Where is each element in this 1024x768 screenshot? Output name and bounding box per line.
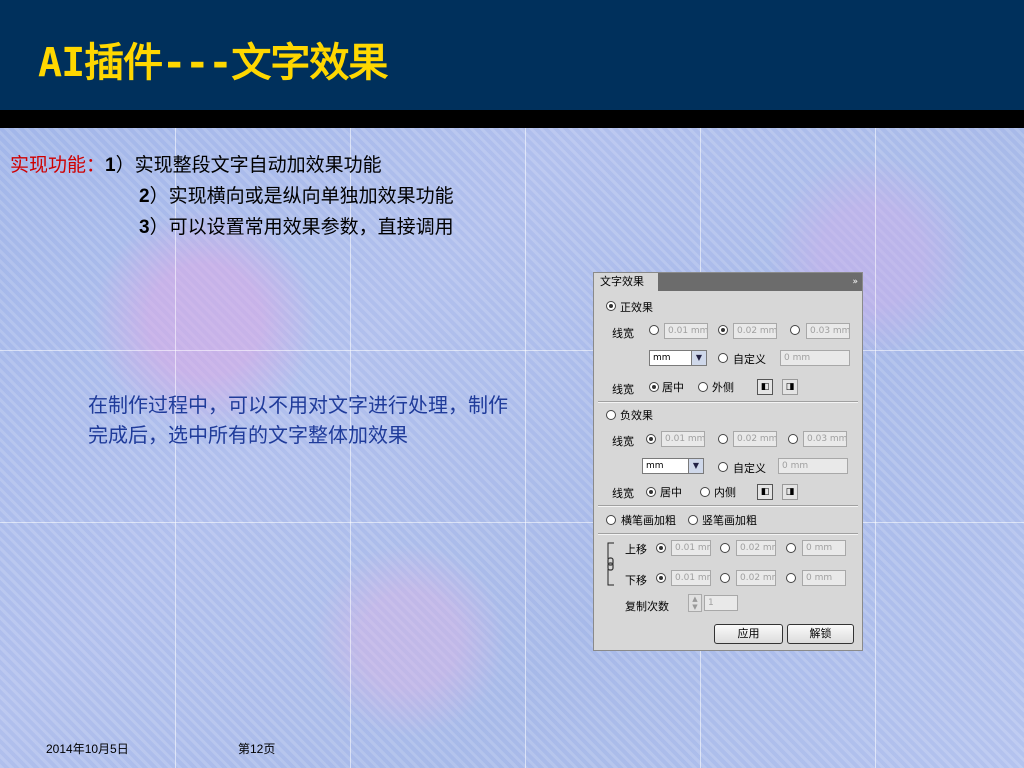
preset-radio-2[interactable] — [718, 325, 728, 335]
up-radio-1[interactable] — [656, 543, 666, 553]
preset-radio-1[interactable] — [646, 434, 656, 444]
link-chain-icon[interactable] — [604, 541, 618, 587]
width-label: 线宽 — [612, 327, 634, 340]
down-radio-1[interactable] — [656, 573, 666, 583]
stroke-align-label: 线宽 — [612, 487, 634, 500]
custom-radio[interactable] — [718, 353, 728, 363]
preset-field-1[interactable]: 0.01 mm — [664, 323, 708, 339]
feature-number: 1 — [105, 155, 116, 176]
divider — [598, 533, 858, 535]
move-up-label: 上移 — [625, 543, 647, 556]
divider — [598, 505, 858, 507]
horizontal-bold-radio[interactable] — [606, 515, 616, 525]
down-field-2[interactable]: 0.02 mm — [736, 570, 776, 586]
center-radio[interactable] — [649, 382, 659, 392]
copy-count-label: 复制次数 — [625, 600, 669, 613]
preset-field-1[interactable]: 0.01 mm — [661, 431, 705, 447]
feature-item: 实现功能：1）实现整段文字自动加效果功能 — [10, 150, 454, 181]
feature-text: ）实现整段文字自动加效果功能 — [115, 154, 382, 176]
up-radio-3[interactable] — [786, 543, 796, 553]
align-left-icon[interactable]: ◧ — [757, 484, 773, 500]
grid-line — [525, 128, 526, 768]
vertical-bold-radio[interactable] — [688, 515, 698, 525]
up-radio-2[interactable] — [720, 543, 730, 553]
usage-note: 在制作过程中，可以不用对文字进行处理，制作完成后，选中所有的文字整体加效果 — [88, 393, 508, 447]
positive-effect-label: 正效果 — [620, 301, 653, 314]
center-radio[interactable] — [646, 487, 656, 497]
feature-text: ）实现横向或是纵向单独加效果功能 — [149, 185, 454, 207]
negative-effect-radio[interactable] — [606, 410, 616, 420]
chevron-down-icon: ▼ — [691, 351, 706, 365]
custom-field[interactable]: 0 mm — [778, 458, 848, 474]
vertical-bold-label: 竖笔画加粗 — [702, 514, 757, 527]
panel-menu-icon[interactable]: » — [852, 273, 857, 291]
feature-item: 2）实现横向或是纵向单独加效果功能 — [10, 181, 454, 212]
unit-value: mm — [653, 353, 671, 363]
up-field-3[interactable]: 0 mm — [802, 540, 846, 556]
custom-label: 自定义 — [733, 462, 766, 475]
preset-field-2[interactable]: 0.02 mm — [733, 431, 777, 447]
slide-title: AI插件---文字效果 — [38, 40, 388, 86]
feature-text: ）可以设置常用效果参数，直接调用 — [149, 216, 454, 238]
copy-count-field[interactable]: 1 — [704, 595, 738, 611]
preset-radio-1[interactable] — [649, 325, 659, 335]
horizontal-bold-label: 横笔画加粗 — [621, 514, 676, 527]
unlock-button[interactable]: 解锁 — [787, 624, 854, 644]
chevron-down-icon: ▼ — [688, 459, 703, 473]
outer-label: 外侧 — [712, 381, 734, 394]
positive-effect-radio[interactable] — [606, 301, 616, 311]
down-radio-2[interactable] — [720, 573, 730, 583]
copy-count-spinner[interactable]: ▲ ▼ — [688, 594, 702, 612]
align-left-icon[interactable]: ◧ — [757, 379, 773, 395]
preset-field-2[interactable]: 0.02 mm — [733, 323, 777, 339]
feature-list: 实现功能：1）实现整段文字自动加效果功能 2）实现横向或是纵向单独加效果功能 3… — [10, 150, 454, 243]
custom-field[interactable]: 0 mm — [780, 350, 850, 366]
unit-select[interactable]: mm ▼ — [649, 350, 707, 366]
panel-tab[interactable]: 文字效果 — [594, 273, 658, 291]
footer-date: 2014年10月5日 — [46, 742, 129, 756]
unit-value: mm — [646, 461, 664, 471]
center-label: 居中 — [662, 381, 684, 394]
stroke-align-label: 线宽 — [612, 383, 634, 396]
footer-page-number: 第12页 — [238, 742, 276, 756]
preset-radio-3[interactable] — [790, 325, 800, 335]
up-field-2[interactable]: 0.02 mm — [736, 540, 776, 556]
divider — [598, 401, 858, 403]
align-right-icon[interactable]: ◨ — [782, 484, 798, 500]
feature-number: 3 — [139, 217, 150, 238]
text-effect-panel: 文字效果 » 正效果 线宽 0.01 mm 0.02 mm 0.03 mm mm… — [593, 272, 863, 651]
feature-item: 3）可以设置常用效果参数，直接调用 — [10, 212, 454, 243]
preset-field-3[interactable]: 0.03 mm — [806, 323, 850, 339]
grid-line — [0, 522, 1024, 523]
inner-radio[interactable] — [700, 487, 710, 497]
move-down-label: 下移 — [625, 574, 647, 587]
up-field-1[interactable]: 0.01 mm — [671, 540, 711, 556]
width-label: 线宽 — [612, 435, 634, 448]
preset-radio-3[interactable] — [788, 434, 798, 444]
custom-label: 自定义 — [733, 353, 766, 366]
preset-field-3[interactable]: 0.03 mm — [803, 431, 847, 447]
outer-radio[interactable] — [698, 382, 708, 392]
align-right-icon[interactable]: ◨ — [782, 379, 798, 395]
custom-radio[interactable] — [718, 462, 728, 472]
grid-line — [875, 128, 876, 768]
down-field-1[interactable]: 0.01 mm — [671, 570, 711, 586]
inner-label: 内侧 — [714, 486, 736, 499]
feature-number: 2 — [139, 186, 150, 207]
negative-effect-label: 负效果 — [620, 409, 653, 422]
apply-button[interactable]: 应用 — [714, 624, 783, 644]
preset-radio-2[interactable] — [718, 434, 728, 444]
down-radio-3[interactable] — [786, 573, 796, 583]
down-field-3[interactable]: 0 mm — [802, 570, 846, 586]
header-bar — [0, 110, 1024, 128]
unit-select[interactable]: mm ▼ — [642, 458, 704, 474]
center-label: 居中 — [660, 486, 682, 499]
grid-line — [0, 350, 1024, 351]
features-label: 实现功能： — [10, 154, 106, 176]
